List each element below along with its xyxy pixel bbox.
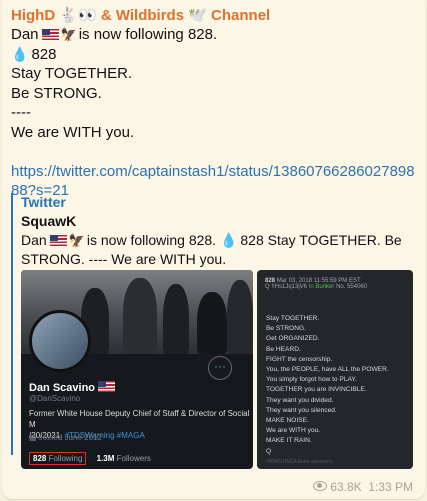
q-post-line: You simply forgot how to PLAY. (266, 376, 357, 384)
q-post-number: No. 554060 (336, 284, 368, 290)
q-post-line: Q (266, 447, 272, 455)
profile-name-text: Dan Scavino (29, 382, 96, 394)
q-post-line: They want you divided. (266, 396, 334, 404)
more-options-icon: ··· (208, 356, 232, 380)
eagle-icon: 🦅 (68, 233, 85, 248)
preview-site-name: Twitter (21, 194, 66, 210)
banner-figure (227, 280, 253, 354)
message-meta: 63.8K 1:33 PM (313, 480, 413, 494)
channel-title[interactable]: HighD 🐇👀 & Wildbirds 🕊️ Channel (11, 6, 270, 24)
following-count: 828 (33, 454, 47, 463)
message-number: 828 (31, 45, 57, 63)
preview-desc-mid: is now following 828. (86, 232, 217, 248)
preview-description: Dan 🦅 is now following 828. 💧 828 Stay TOGE… (21, 231, 416, 269)
us-flag-icon (49, 235, 67, 246)
q-post-line: Be STRONG. (266, 325, 306, 333)
banner-figure (163, 284, 189, 354)
message-time: 1:33 PM (368, 480, 413, 494)
view-count: 63.8K (330, 480, 362, 494)
joined-date: ▦ Joined June 2012 (29, 433, 102, 442)
us-flag-icon (98, 381, 116, 392)
q-post-line: They want you silenced. (266, 406, 337, 414)
eye-icon (313, 481, 328, 491)
banner-figure (197, 292, 227, 354)
message-action: is now following 828. (78, 26, 218, 43)
q-post-line: MAKE NOISE. (266, 417, 309, 425)
q-post-user: Q !!Hs1Jq13jV6 (265, 284, 308, 290)
droplet-icon: 💧 (11, 45, 29, 62)
followers-count: 1.3M (96, 454, 115, 463)
preview-title: SquawK (21, 213, 77, 229)
message-line-3: Stay TOGETHER. (11, 65, 133, 82)
following-stat: 828 Following (29, 452, 87, 465)
q-post-line: FIGHT the censorship. (266, 355, 333, 363)
message-bubble: HighD 🐇👀 & Wildbirds 🕊️ Channel Dan 🦅 is n… (2, 0, 425, 499)
message-line-2: 💧 828 (11, 45, 416, 65)
message-text: Dan 🦅 is now following 828. 💧 828 Stay TOGE… (11, 25, 416, 201)
q-post-status: In Bunker (308, 284, 335, 290)
us-flag-icon (41, 29, 59, 40)
profile-name: Dan Scavino (29, 381, 117, 394)
preview-media[interactable]: ··· Dan Scavino @DanScavino Former White… (21, 270, 413, 469)
q-post-line: We are WITH you. (266, 427, 321, 435)
q-post-line: Be HEARD. (266, 345, 301, 353)
q-post-header: 828 Mar 03, 2018 11:55:59 PM EST Q !!Hs1… (265, 278, 367, 290)
message-line-4: Be STRONG. (11, 84, 102, 102)
q-post-line: MAKE IT RAIN. (266, 437, 312, 445)
joined-text: Joined June 2012 (38, 433, 102, 442)
followers-label: Followers (116, 454, 151, 463)
q-post-body: Stay TOGETHER. Be STRONG. Get ORGANIZED. Be… (266, 314, 389, 457)
message-name: Dan (11, 26, 39, 43)
following-label: Following (48, 454, 83, 463)
follow-stats: 828 Following 1.3M Followers (29, 452, 151, 465)
profile-screenshot[interactable]: ··· Dan Scavino @DanScavino Former White… (21, 270, 253, 469)
q-post-screenshot[interactable]: 828 Mar 03, 2018 11:55:59 PM EST Q !!Hs1… (257, 270, 413, 469)
q-post-line: Stay TOGETHER. (266, 315, 320, 322)
message-line-5: ---- (11, 104, 31, 121)
preview-desc-name: Dan (21, 232, 47, 248)
calendar-icon: ▦ (29, 433, 37, 442)
q-post-footer: #WWG1WGA Enter qanswers (266, 459, 333, 465)
q-post-line: Get ORGANIZED. (266, 335, 320, 343)
bio-text: Former White House Deputy Chief of Staff… (29, 409, 250, 429)
droplet-icon: 💧 (219, 232, 238, 248)
avatar (29, 310, 91, 372)
message-line-1: Dan 🦅 is now following 828. (11, 25, 416, 45)
message-line-6: We are WITH you. (11, 123, 135, 141)
profile-handle: @DanScavino (29, 394, 81, 403)
q-post-line: You, the PEOPLE, have ALL the POWER. (266, 366, 389, 374)
q-post-line: TOGETHER you are INVINCIBLE. (266, 386, 367, 394)
banner-figure (123, 278, 157, 354)
eagle-icon: 🦅 (60, 27, 77, 42)
